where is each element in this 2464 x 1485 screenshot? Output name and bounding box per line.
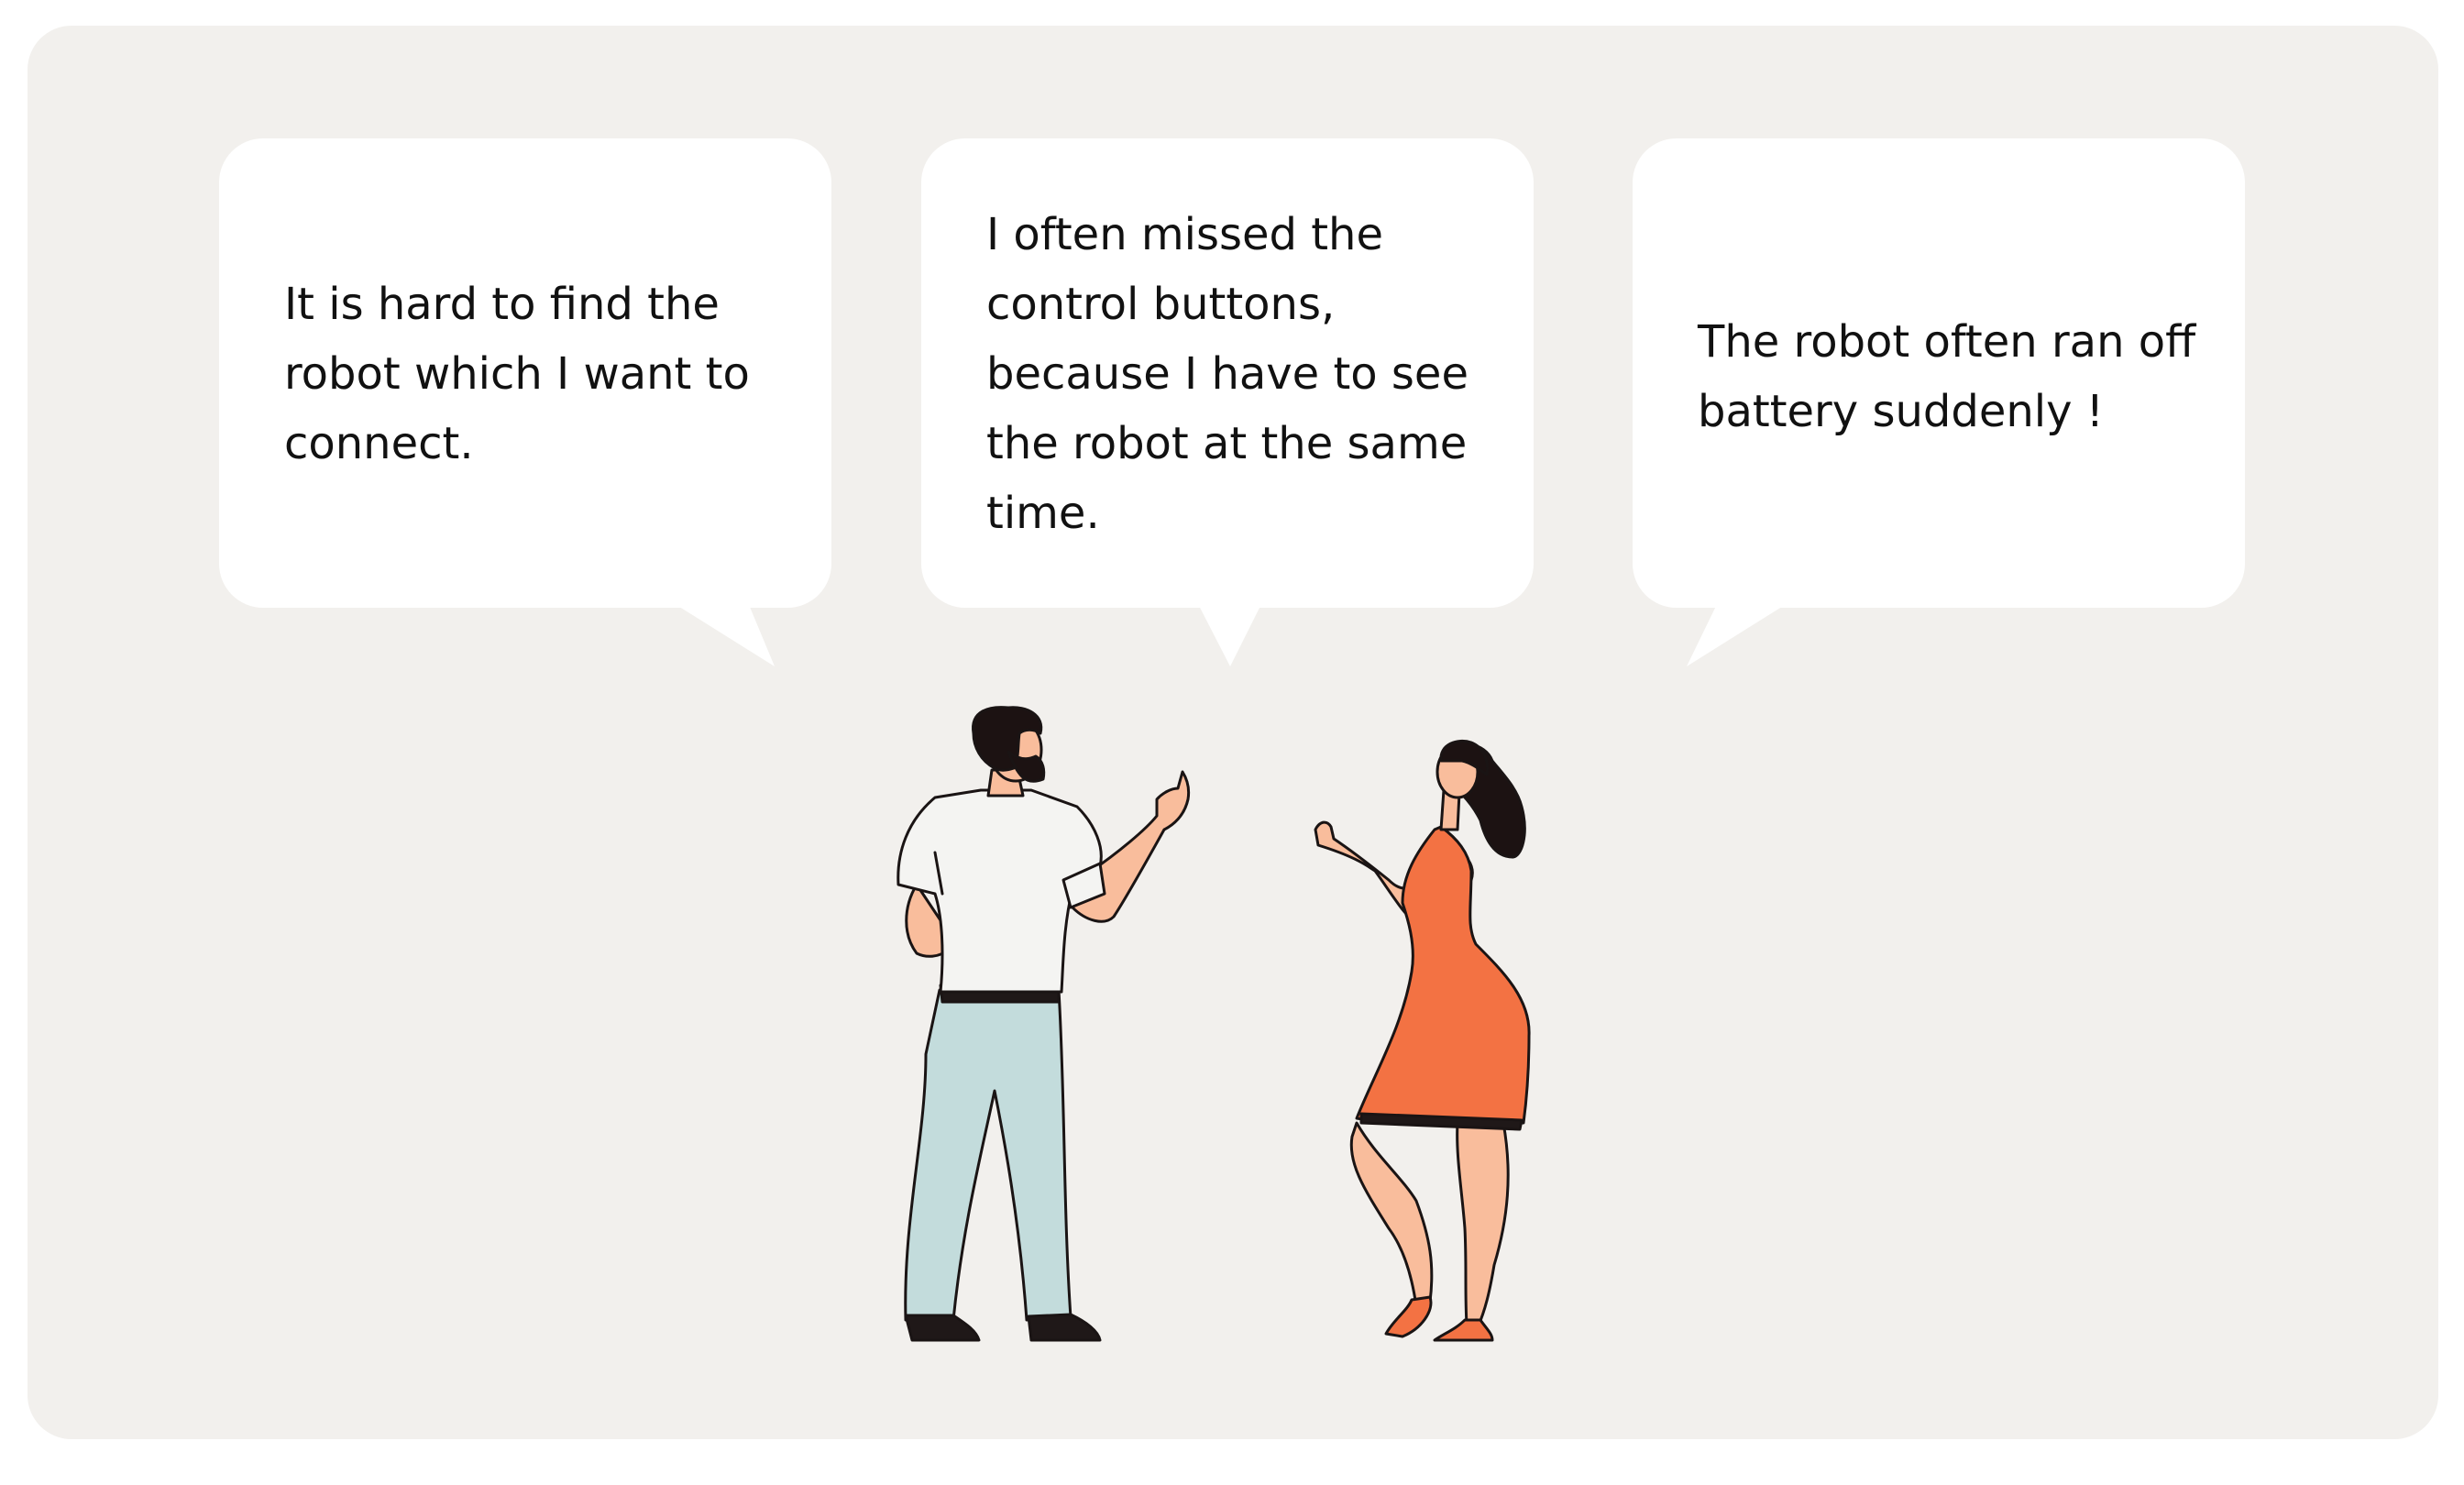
woman-shoe-back	[1384, 1295, 1433, 1338]
woman-figure	[1314, 739, 1531, 1342]
woman-leg-front	[1456, 1121, 1510, 1329]
people-illustration	[896, 706, 1531, 1342]
man-shoe-left	[904, 1314, 981, 1342]
woman-dress	[1355, 825, 1531, 1127]
man-figure	[896, 706, 1191, 1342]
woman-shoe-front	[1433, 1318, 1494, 1342]
man-shoe-right	[1027, 1313, 1102, 1342]
man-pants	[904, 988, 1072, 1322]
woman-leg-back	[1349, 1121, 1434, 1308]
